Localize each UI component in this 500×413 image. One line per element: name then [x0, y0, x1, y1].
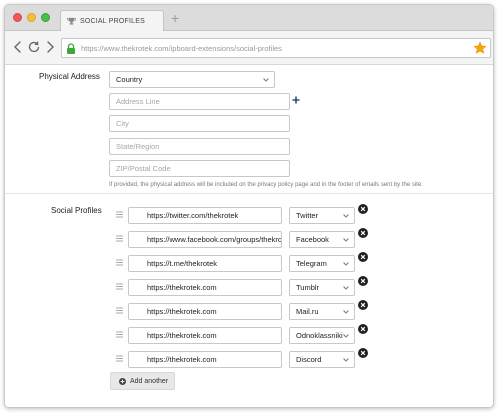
browser-toolbar: https://www.thekrotek.com/ipboard-extens…: [5, 31, 493, 65]
drag-handle-icon[interactable]: [116, 331, 123, 338]
add-address-line-plus-icon[interactable]: [292, 96, 300, 104]
minimize-window-button[interactable]: [27, 13, 36, 22]
social-profile-row: https://thekrotek.com Tumblr: [5, 276, 493, 299]
address-line-input[interactable]: Address Line: [109, 93, 290, 110]
service-select[interactable]: Odnoklassniki: [289, 327, 355, 344]
remove-row-close-icon[interactable]: [358, 300, 368, 310]
social-profile-row: https://thekrotek.com Discord: [5, 348, 493, 371]
service-select[interactable]: Twitter: [289, 207, 355, 224]
lock-icon: [67, 42, 75, 54]
chevron-down-icon: [343, 238, 349, 242]
profile-url-input[interactable]: https://thekrotek.com: [128, 279, 282, 296]
service-select[interactable]: Mail.ru: [289, 303, 355, 320]
service-select[interactable]: Facebook: [289, 231, 355, 248]
tab-social-profiles[interactable]: SOCIAL PROFILES: [60, 10, 164, 31]
profile-url-input[interactable]: https://thekrotek.com: [128, 303, 282, 320]
chevron-down-icon: [343, 310, 349, 314]
service-select[interactable]: Discord: [289, 351, 355, 368]
profile-url-input[interactable]: https://t.me/thekrotek: [128, 255, 282, 272]
drag-handle-icon[interactable]: [116, 355, 123, 362]
browser-window: SOCIAL PROFILES + https://www.thekrotek.…: [4, 4, 494, 408]
profile-url-input[interactable]: https://thekrotek.com: [128, 351, 282, 368]
section-divider: [5, 193, 493, 194]
page-content: Physical Address Country Address Line Ci…: [5, 65, 493, 407]
remove-row-close-icon[interactable]: [358, 228, 368, 238]
remove-row-close-icon[interactable]: [358, 276, 368, 286]
back-arrow-icon[interactable]: [11, 40, 25, 54]
new-tab-plus-icon[interactable]: +: [171, 11, 179, 25]
trophy-icon: [67, 17, 76, 25]
forward-arrow-icon[interactable]: [43, 40, 57, 54]
profile-url-input[interactable]: https://twitter.com/thekrotek: [128, 207, 282, 224]
city-input[interactable]: City: [109, 115, 290, 132]
add-another-button[interactable]: Add another: [110, 372, 175, 390]
chevron-down-icon: [343, 334, 349, 338]
drag-handle-icon[interactable]: [116, 259, 123, 266]
chevron-down-icon: [343, 214, 349, 218]
chevron-down-icon: [263, 78, 269, 82]
address-bar[interactable]: https://www.thekrotek.com/ipboard-extens…: [61, 38, 491, 58]
profile-url-input[interactable]: https://thekrotek.com: [128, 327, 282, 344]
tab-title: SOCIAL PROFILES: [80, 17, 145, 25]
drag-handle-icon[interactable]: [116, 307, 123, 314]
social-profile-row: https://twitter.com/thekrotek Twitter: [5, 204, 493, 227]
service-select[interactable]: Telegram: [289, 255, 355, 272]
country-select[interactable]: Country: [109, 71, 275, 88]
social-profile-row: https://thekrotek.com Odnoklassniki: [5, 324, 493, 347]
country-select-value: Country: [116, 75, 143, 84]
url-text: https://www.thekrotek.com/ipboard-extens…: [81, 43, 282, 53]
chevron-down-icon: [343, 358, 349, 362]
add-another-label: Add another: [130, 377, 169, 385]
remove-row-close-icon[interactable]: [358, 252, 368, 262]
social-profile-row: https://www.facebook.com/groups/thekrote…: [5, 228, 493, 251]
physical-address-label: Physical Address: [39, 72, 100, 81]
chevron-down-icon: [343, 286, 349, 290]
service-select[interactable]: Tumblr: [289, 279, 355, 296]
address-help-text: If provided, the physical address will b…: [109, 182, 423, 188]
drag-handle-icon[interactable]: [116, 211, 123, 218]
remove-row-close-icon[interactable]: [358, 348, 368, 358]
bookmark-star-icon[interactable]: [473, 41, 487, 55]
state-region-input[interactable]: State/Region: [109, 138, 290, 155]
reload-icon[interactable]: [27, 40, 41, 54]
drag-handle-icon[interactable]: [116, 283, 123, 290]
profile-url-input[interactable]: https://www.facebook.com/groups/thekrote…: [128, 231, 282, 248]
drag-handle-icon[interactable]: [116, 235, 123, 242]
zip-postal-code-input[interactable]: ZIP/Postal Code: [109, 160, 290, 177]
close-window-button[interactable]: [13, 13, 22, 22]
remove-row-close-icon[interactable]: [358, 324, 368, 334]
tab-bar: SOCIAL PROFILES +: [5, 5, 493, 31]
social-profile-row: https://t.me/thekrotek Telegram: [5, 252, 493, 275]
maximize-window-button[interactable]: [41, 13, 50, 22]
remove-row-close-icon[interactable]: [358, 204, 368, 214]
plus-circle-icon: [119, 377, 126, 385]
social-profile-row: https://thekrotek.com Mail.ru: [5, 300, 493, 323]
chevron-down-icon: [343, 262, 349, 266]
